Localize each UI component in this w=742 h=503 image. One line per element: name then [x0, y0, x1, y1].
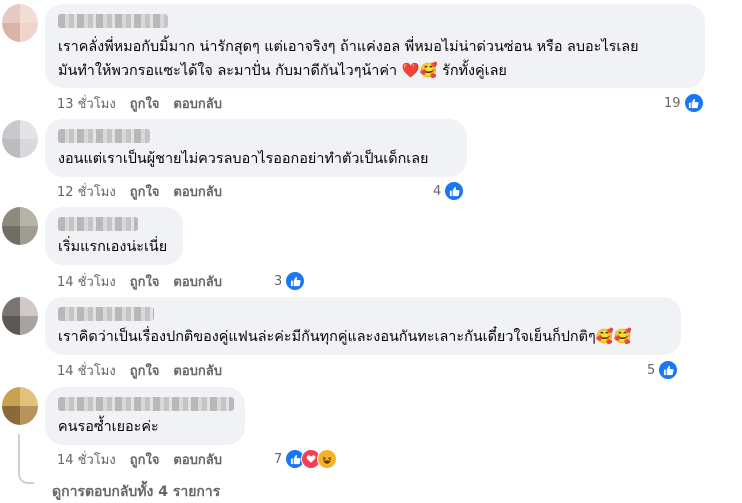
comment-text-line-2: มันทำให้พวกรอแซะได้ใจ ละมาปั่น กับมาดีกั…	[58, 61, 507, 82]
comment-text: งอนแต่เราเป็นผู้ชายไม่ควรลบอาไรออกอย่าทำ…	[58, 151, 429, 167]
avatar[interactable]	[2, 387, 38, 425]
thumbs-up-icon	[285, 271, 306, 291]
reaction-count: 3	[274, 273, 283, 289]
timestamp[interactable]: 12 ชั่วโมง	[57, 181, 116, 202]
reply-button[interactable]: ตอบกลับ	[173, 93, 222, 114]
blurred-author-name[interactable]	[58, 397, 234, 411]
reaction-count: 19	[664, 95, 681, 111]
reaction-summary[interactable]: 5	[647, 360, 679, 380]
timestamp[interactable]: 14 ชั่วโมง	[57, 271, 116, 292]
thumbs-up-icon	[683, 93, 704, 113]
comment-text-line: เราคิดว่าเป็นเรื่องปกติของคู่แฟนล่ะค่ะมี…	[58, 327, 632, 348]
comment-meta: 14 ชั่วโมง ถูกใจ ตอบกลับ	[57, 361, 236, 379]
reply-button[interactable]: ตอบกลับ	[173, 449, 222, 470]
timestamp[interactable]: 14 ชั่วโมง	[57, 449, 116, 470]
blurred-author-name[interactable]	[58, 129, 150, 143]
smiling-hearts-emoji: 🥰	[419, 63, 438, 79]
blurred-author-name[interactable]	[58, 217, 138, 231]
thumbs-up-icon	[658, 360, 679, 380]
reply-button[interactable]: ตอบกลับ	[173, 181, 222, 202]
comment-bubble: งอนแต่เราเป็นผู้ชายไม่ควรลบอาไรออกอย่าทำ…	[45, 119, 467, 177]
laughing-face-icon	[317, 449, 338, 469]
avatar[interactable]	[2, 207, 38, 245]
like-button[interactable]: ถูกใจ	[130, 93, 160, 114]
comment-bubble: เริ่มแรกเองน่ะเนี่ย	[45, 207, 183, 265]
thread-connector-line	[18, 434, 34, 484]
comment-meta: 13 ชั่วโมง ถูกใจ ตอบกลับ	[57, 94, 236, 112]
comment-bubble: คนรอซ้ำเยอะค่ะ	[45, 387, 245, 445]
comment-meta: 12 ชั่วโมง ถูกใจ ตอบกลับ	[57, 182, 236, 200]
thumbs-up-icon	[444, 181, 465, 201]
like-button[interactable]: ถูกใจ	[130, 181, 160, 202]
comment-meta: 14 ชั่วโมง ถูกใจ ตอบกลับ	[57, 272, 236, 290]
reaction-count: 7	[274, 451, 283, 467]
reply-button[interactable]: ตอบกลับ	[173, 360, 222, 381]
comment-text: เราคิดว่าเป็นเรื่องปกติของคู่แฟนล่ะค่ะมี…	[58, 329, 596, 345]
smiling-hearts-emoji: 🥰	[595, 329, 614, 345]
like-button[interactable]: ถูกใจ	[130, 360, 160, 381]
timestamp[interactable]: 13 ชั่วโมง	[57, 93, 116, 114]
comment-text: คนรอซ้ำเยอะค่ะ	[58, 419, 159, 435]
reaction-summary[interactable]: 3	[274, 271, 306, 291]
reaction-summary[interactable]: 4	[433, 181, 465, 201]
comment-tail-text: รักทั้งคู่เลย	[442, 63, 507, 79]
avatar[interactable]	[2, 120, 38, 158]
reply-button[interactable]: ตอบกลับ	[173, 271, 222, 292]
comment-text: เริ่มแรกเองน่ะเนี่ย	[58, 239, 168, 255]
reaction-count: 4	[433, 183, 442, 199]
blurred-author-name[interactable]	[58, 14, 168, 28]
comment-text-line-1: เราคลั่งพี่หมอกับมิ้มาก น่ารักสุดๆ แต่เอ…	[58, 39, 639, 55]
reaction-count: 5	[647, 362, 656, 378]
reaction-summary[interactable]: 19	[664, 93, 704, 113]
avatar[interactable]	[2, 4, 38, 42]
view-replies-link[interactable]: ดูการตอบกลับทั้ง 4 รายการ	[52, 481, 220, 503]
comment-bubble: เราคิดว่าเป็นเรื่องปกติของคู่แฟนล่ะค่ะมี…	[45, 297, 681, 355]
comment-text: มันทำให้พวกรอแซะได้ใจ ละมาปั่น กับมาดีกั…	[58, 63, 398, 79]
comment-bubble: เราคลั่งพี่หมอกับมิ้มาก น่ารักสุดๆ แต่เอ…	[45, 4, 705, 88]
like-button[interactable]: ถูกใจ	[130, 449, 160, 470]
smiling-hearts-emoji: 🥰	[613, 329, 632, 345]
reaction-summary[interactable]: 7	[274, 449, 338, 469]
blurred-author-name[interactable]	[58, 307, 154, 321]
avatar[interactable]	[2, 297, 38, 335]
timestamp[interactable]: 14 ชั่วโมง	[57, 360, 116, 381]
red-heart-emoji: ❤️	[401, 63, 420, 79]
comment-meta: 14 ชั่วโมง ถูกใจ ตอบกลับ	[57, 450, 236, 468]
like-button[interactable]: ถูกใจ	[130, 271, 160, 292]
